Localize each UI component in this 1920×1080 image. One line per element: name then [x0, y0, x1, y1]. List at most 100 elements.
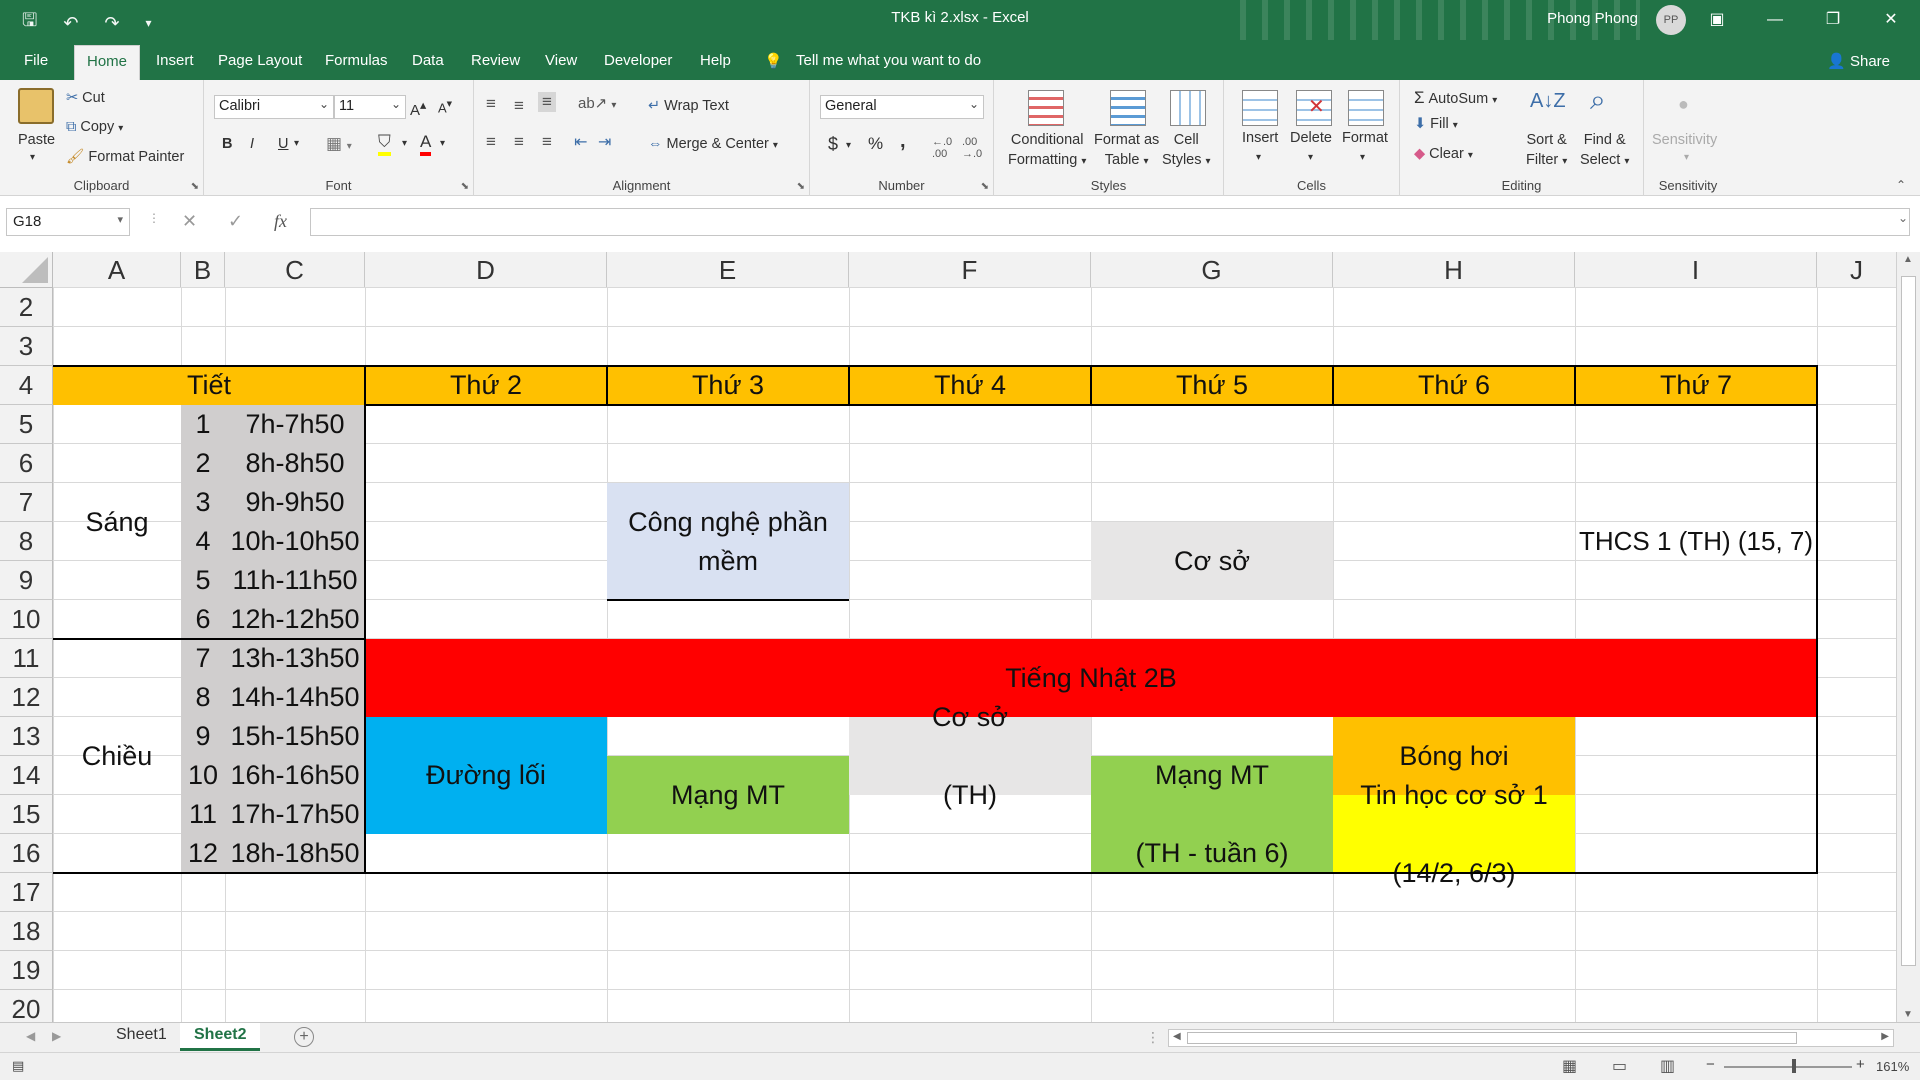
currency-button[interactable]: $	[828, 134, 838, 155]
zoom-out-icon[interactable]: −	[1706, 1056, 1715, 1073]
insert-cells-button[interactable]: Insert	[1242, 130, 1278, 146]
decrease-decimal-icon[interactable]: .00 →.0	[962, 136, 982, 160]
period-time-1[interactable]: 7h-7h50	[225, 405, 365, 444]
increase-font-icon[interactable]: A▴	[410, 97, 426, 119]
column-header-h[interactable]: H	[1333, 252, 1575, 288]
minimize-icon[interactable]: —	[1746, 0, 1804, 40]
align-left-icon[interactable]: ≡	[486, 132, 496, 152]
formula-input[interactable]	[310, 208, 1910, 236]
class-cong-nghe-phan-mem[interactable]: Công nghệ phần mềm	[607, 483, 849, 600]
collapse-ribbon-icon[interactable]: ⌃	[1896, 178, 1906, 192]
underline-button[interactable]: U	[278, 136, 288, 152]
period-12[interactable]: 12	[181, 834, 225, 873]
class-co-so[interactable]: Cơ sở	[1091, 522, 1333, 600]
period-time-4[interactable]: 10h-10h50	[225, 522, 365, 561]
avatar[interactable]: PP	[1656, 5, 1686, 35]
column-header-c[interactable]: C	[225, 252, 365, 288]
column-header-d[interactable]: D	[365, 252, 607, 288]
row-header-5[interactable]: 5	[0, 405, 53, 444]
period-6[interactable]: 6	[181, 600, 225, 639]
bold-button[interactable]: B	[222, 136, 232, 152]
decrease-indent-icon[interactable]: ⇤	[574, 132, 587, 152]
period-time-7[interactable]: 13h-13h50	[225, 639, 365, 678]
tab-review[interactable]: Review	[471, 52, 520, 69]
period-8[interactable]: 8	[181, 678, 225, 717]
period-time-8[interactable]: 14h-14h50	[225, 678, 365, 717]
format-dropdown-icon[interactable]: ▾	[1360, 152, 1365, 163]
sort-filter-button[interactable]: Sort & Filter ▾	[1526, 130, 1567, 172]
row-header-4[interactable]: 4	[0, 366, 53, 405]
header-day-6[interactable]: Thứ 6	[1333, 366, 1575, 405]
row-header-13[interactable]: 13	[0, 717, 53, 756]
tab-insert[interactable]: Insert	[156, 52, 194, 69]
tell-me-search[interactable]: Tell me what you want to do	[796, 52, 981, 69]
normal-view-icon[interactable]: ▦	[1562, 1056, 1577, 1076]
delete-cells-button[interactable]: Delete	[1290, 130, 1332, 146]
find-select-button[interactable]: Find & Select ▾	[1580, 130, 1629, 172]
fill-color-dropdown-icon[interactable]: ▾	[402, 138, 407, 149]
row-header-20[interactable]: 20	[0, 990, 53, 1022]
tab-home[interactable]: Home	[74, 45, 141, 80]
align-center-icon[interactable]: ≡	[514, 132, 524, 152]
zoom-slider-thumb[interactable]	[1792, 1059, 1796, 1073]
format-as-table-icon[interactable]	[1110, 90, 1146, 126]
header-day-7[interactable]: Thứ 7	[1575, 366, 1817, 405]
delete-dropdown-icon[interactable]: ▾	[1308, 152, 1313, 163]
page-layout-view-icon[interactable]: ▭	[1612, 1056, 1627, 1076]
sort-filter-icon[interactable]: A↓Z	[1530, 90, 1566, 113]
clear-button[interactable]: ◆ Clear ▾	[1414, 146, 1473, 162]
comma-button[interactable]: ,	[900, 130, 906, 153]
header-day-2[interactable]: Thứ 2	[365, 366, 607, 405]
conditional-formatting-icon[interactable]	[1028, 90, 1064, 126]
scroll-right-icon[interactable]: ▶	[1881, 1031, 1889, 1042]
alignment-launcher-icon[interactable]: ⬊	[797, 181, 805, 192]
period-time-2[interactable]: 8h-8h50	[225, 444, 365, 483]
font-name-dropdown[interactable]: Calibri ⌄	[214, 95, 334, 119]
close-icon[interactable]: ✕	[1862, 0, 1920, 40]
font-launcher-icon[interactable]: ⬊	[461, 181, 469, 192]
cancel-icon[interactable]: ✕	[182, 211, 197, 232]
row-header-19[interactable]: 19	[0, 951, 53, 990]
tab-developer[interactable]: Developer	[604, 52, 672, 69]
insert-cells-icon[interactable]	[1242, 90, 1278, 126]
tab-formulas[interactable]: Formulas	[325, 52, 388, 69]
expand-formula-bar-icon[interactable]: ⌄	[1898, 211, 1908, 225]
row-header-9[interactable]: 9	[0, 561, 53, 600]
currency-dropdown-icon[interactable]: ▾	[846, 140, 851, 151]
sheet-tab-sheet2[interactable]: Sheet2	[180, 1023, 261, 1051]
period-4[interactable]: 4	[181, 522, 225, 561]
clipboard-launcher-icon[interactable]: ⬊	[191, 181, 199, 192]
tab-file[interactable]: File	[24, 52, 48, 69]
row-header-2[interactable]: 2	[0, 288, 53, 327]
underline-dropdown-icon[interactable]: ▾	[294, 138, 299, 149]
row-header-7[interactable]: 7	[0, 483, 53, 522]
period-10[interactable]: 10	[181, 756, 225, 795]
row-header-12[interactable]: 12	[0, 678, 53, 717]
class-mang-mt-g[interactable]: Mạng MT (TH - tuần 6)	[1091, 756, 1333, 873]
row-header-11[interactable]: 11	[0, 639, 53, 678]
page-break-view-icon[interactable]: ▥	[1660, 1056, 1675, 1076]
period-time-9[interactable]: 15h-15h50	[225, 717, 365, 756]
period-7[interactable]: 7	[181, 639, 225, 678]
paste-dropdown-icon[interactable]: ▾	[30, 152, 35, 163]
vertical-scrollbar[interactable]: ▲ ▼	[1896, 252, 1920, 1022]
cell-styles-button[interactable]: Cell Styles ▾	[1162, 130, 1211, 172]
format-cells-icon[interactable]	[1348, 90, 1384, 126]
font-size-dropdown[interactable]: 11 ⌄	[334, 95, 406, 119]
header-day-5[interactable]: Thứ 5	[1091, 366, 1333, 405]
fill-button[interactable]: ⬇ Fill ▾	[1414, 116, 1458, 132]
period-9[interactable]: 9	[181, 717, 225, 756]
horizontal-scrollbar[interactable]: ◀ ▶	[1168, 1029, 1894, 1047]
restore-icon[interactable]: ❐	[1804, 0, 1862, 40]
user-name[interactable]: Phong Phong	[1547, 10, 1638, 27]
align-right-icon[interactable]: ≡	[542, 132, 552, 152]
format-painter-button[interactable]: 🖌 Format Painter	[66, 148, 184, 165]
horizontal-scroll-thumb[interactable]	[1187, 1032, 1797, 1044]
name-box[interactable]: G18 ▾	[6, 208, 130, 236]
merge-center-button[interactable]: ⇔ Merge & Center ▾	[648, 136, 778, 152]
increase-decimal-icon[interactable]: ←.0.00	[932, 136, 952, 160]
class-tin-hoc-co-so[interactable]: Tin học cơ sở 1 (14/2, 6/3)	[1333, 780, 1575, 888]
period-3[interactable]: 3	[181, 483, 225, 522]
macro-record-icon[interactable]: ▤	[12, 1058, 24, 1074]
zoom-slider[interactable]	[1724, 1066, 1852, 1068]
